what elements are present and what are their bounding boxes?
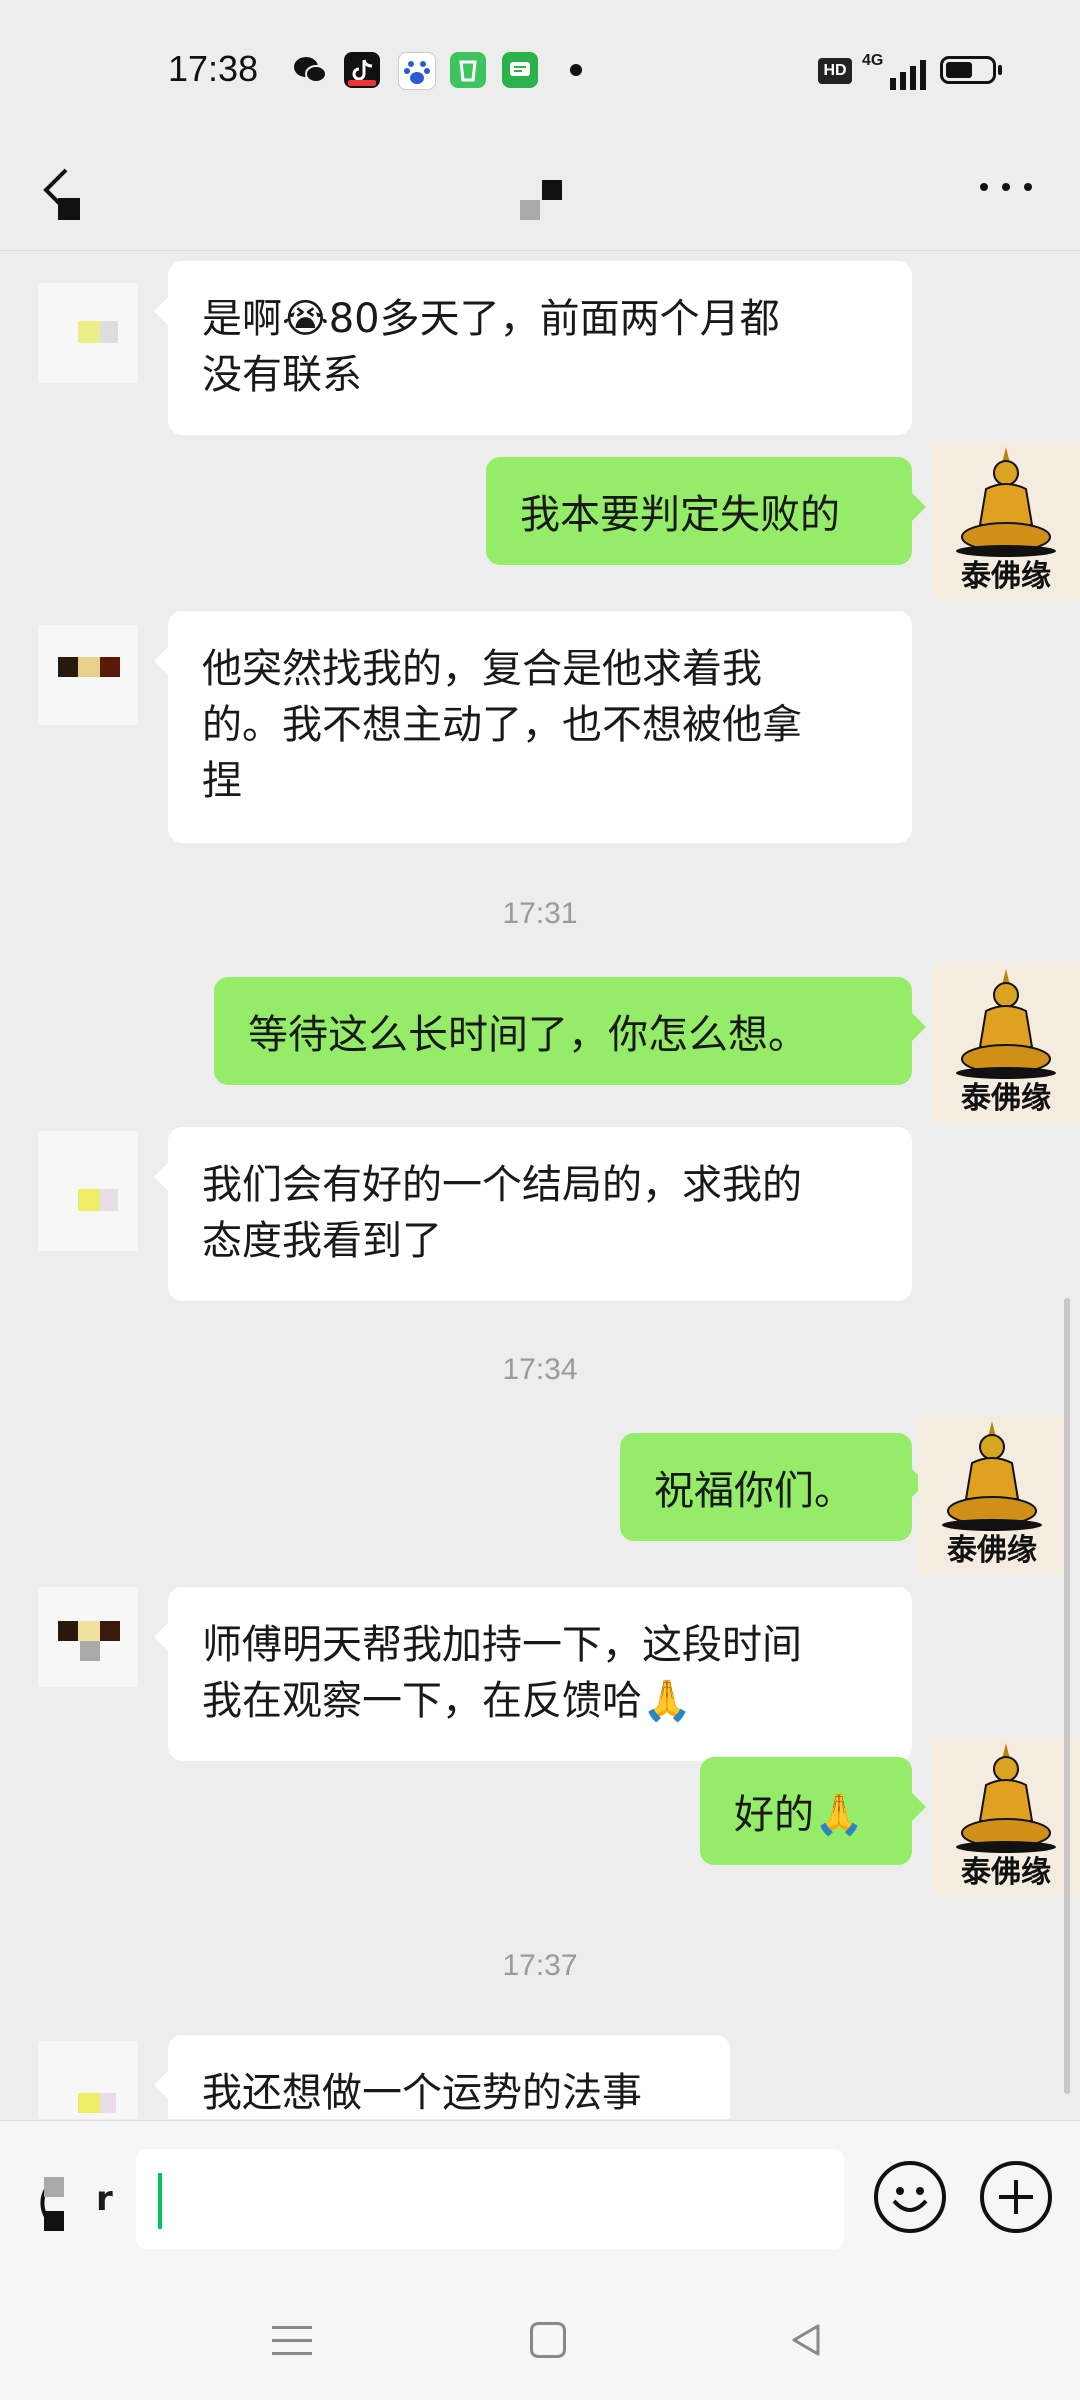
contact-avatar[interactable] (38, 2041, 138, 2119)
app-green-icon (450, 52, 486, 88)
wechat-icon (292, 52, 328, 88)
buddha-icon (956, 969, 1056, 1079)
sender-avatar-label: 泰佛缘 (961, 559, 1051, 594)
timestamp: 17:34 (502, 1353, 578, 1386)
emoji-smile-icon[interactable] (874, 2161, 946, 2233)
baidu-icon (398, 52, 436, 90)
contact-title-redacted (520, 180, 566, 220)
timestamp: 17:31 (502, 897, 578, 930)
message-bubble-outgoing[interactable]: 好的🙏 (700, 1757, 926, 1865)
status-bar: 17:38 HD 4G (0, 0, 1080, 140)
chat-scrollbar[interactable] (1064, 1298, 1070, 2094)
message-bubble-incoming[interactable]: 我还想做一个运势的法事 (154, 2035, 730, 2119)
message-bubble-outgoing[interactable]: 等待这么长时间了，你怎么想。 (214, 977, 926, 1085)
message-bubble-outgoing[interactable]: 我本要判定失败的 (486, 457, 926, 565)
message-bubble-incoming[interactable]: 他突然找我的，复合是他求着我 的。我不想主动了，也不想被他拿 捏 (154, 611, 912, 843)
messages-icon (502, 52, 538, 88)
contact-name-redacted (58, 198, 80, 220)
system-nav-bar (0, 2280, 1080, 2400)
contact-avatar[interactable] (38, 283, 138, 383)
text-cursor (158, 2173, 162, 2229)
battery-icon (940, 56, 1002, 84)
hd-indicator: HD (818, 58, 852, 84)
contact-avatar[interactable] (38, 1587, 138, 1687)
buddha-icon (942, 1421, 1042, 1531)
message-bubble-incoming[interactable]: 师傅明天帮我加持一下，这段时间 我在观察一下，在反馈哈🙏 (154, 1587, 912, 1761)
buddha-icon (956, 447, 1056, 557)
buddha-icon (956, 1743, 1056, 1853)
contact-avatar[interactable] (38, 625, 138, 725)
chat-message-list[interactable]: 是啊😭80多天了，前面两个月都 没有联系 我本要判定失败的 泰佛缘 他突然找我的… (0, 251, 1080, 2119)
input-bar: r (0, 2120, 1080, 2281)
sender-avatar[interactable]: 泰佛缘 (932, 963, 1080, 1123)
sender-avatar-label: 泰佛缘 (947, 1533, 1037, 1568)
plus-circle-icon[interactable] (980, 2161, 1052, 2233)
more-dots-icon[interactable] (976, 162, 1036, 213)
chat-title-bar (0, 140, 1080, 251)
sender-avatar[interactable]: 泰佛缘 (932, 441, 1080, 601)
douyin-icon (344, 52, 380, 88)
network-type: 4G (862, 52, 884, 69)
back-triangle-icon[interactable] (786, 2320, 826, 2360)
menu-icon[interactable] (272, 2326, 312, 2356)
message-input[interactable] (136, 2149, 844, 2249)
sender-avatar-label: 泰佛缘 (961, 1081, 1051, 1116)
sender-avatar[interactable]: 泰佛缘 (932, 1737, 1080, 1897)
voice-partial-label: r (96, 2179, 113, 2219)
message-bubble-incoming[interactable]: 是啊😭80多天了，前面两个月都 没有联系 (154, 261, 912, 435)
status-time: 17:38 (168, 48, 259, 89)
chevron-left-icon[interactable] (36, 160, 76, 232)
sender-avatar[interactable]: 泰佛缘 (918, 1415, 1066, 1575)
notification-dot-icon (570, 64, 582, 76)
contact-avatar[interactable] (38, 1131, 138, 1251)
timestamp: 17:37 (502, 1949, 578, 1982)
message-bubble-outgoing[interactable]: 祝福你们。 (620, 1433, 926, 1541)
message-bubble-incoming[interactable]: 我们会有好的一个结局的，求我的 态度我看到了 (154, 1127, 912, 1301)
voice-toggle-button[interactable]: r (30, 2171, 113, 2235)
home-square-icon[interactable] (530, 2322, 566, 2358)
sender-avatar-label: 泰佛缘 (961, 1855, 1051, 1890)
